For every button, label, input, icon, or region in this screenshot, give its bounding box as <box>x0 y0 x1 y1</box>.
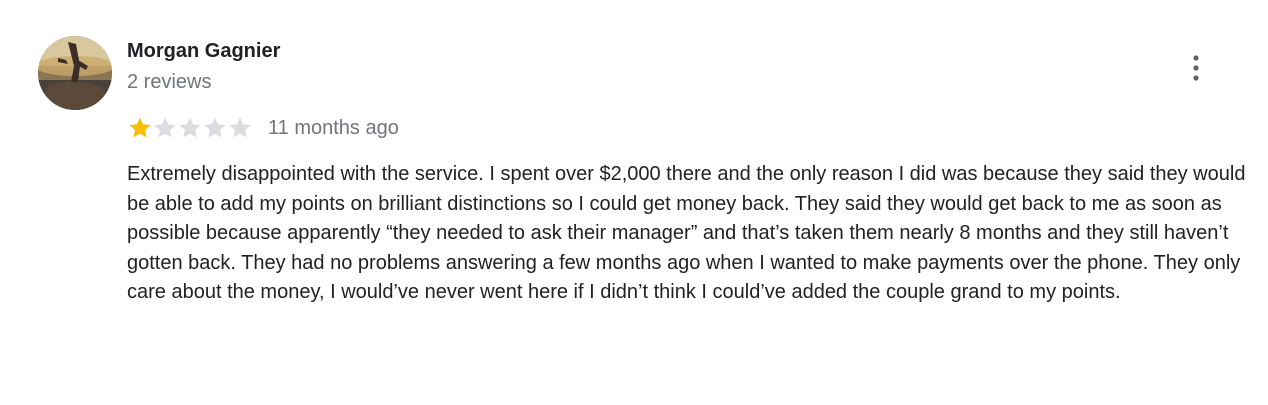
more-vert-icon <box>1193 55 1199 81</box>
star-empty-icon <box>202 115 228 141</box>
star-filled-icon <box>127 115 153 141</box>
author-review-count: 2 reviews <box>127 71 212 93</box>
star-empty-icon <box>152 115 178 141</box>
review-text: Extremely disappointed with the service.… <box>127 163 1246 303</box>
review-card: Morgan Gagnier 2 reviews 11 months ago E… <box>0 0 1268 405</box>
avatar[interactable] <box>38 36 112 110</box>
author-name[interactable]: Morgan Gagnier <box>127 39 280 63</box>
review-date: 11 months ago <box>268 117 399 139</box>
rating-row: 11 months ago <box>127 114 399 142</box>
avatar-image <box>38 36 112 110</box>
star-rating <box>127 115 252 141</box>
more-options-button[interactable] <box>1180 50 1212 86</box>
star-empty-icon <box>227 115 253 141</box>
star-empty-icon <box>177 115 203 141</box>
